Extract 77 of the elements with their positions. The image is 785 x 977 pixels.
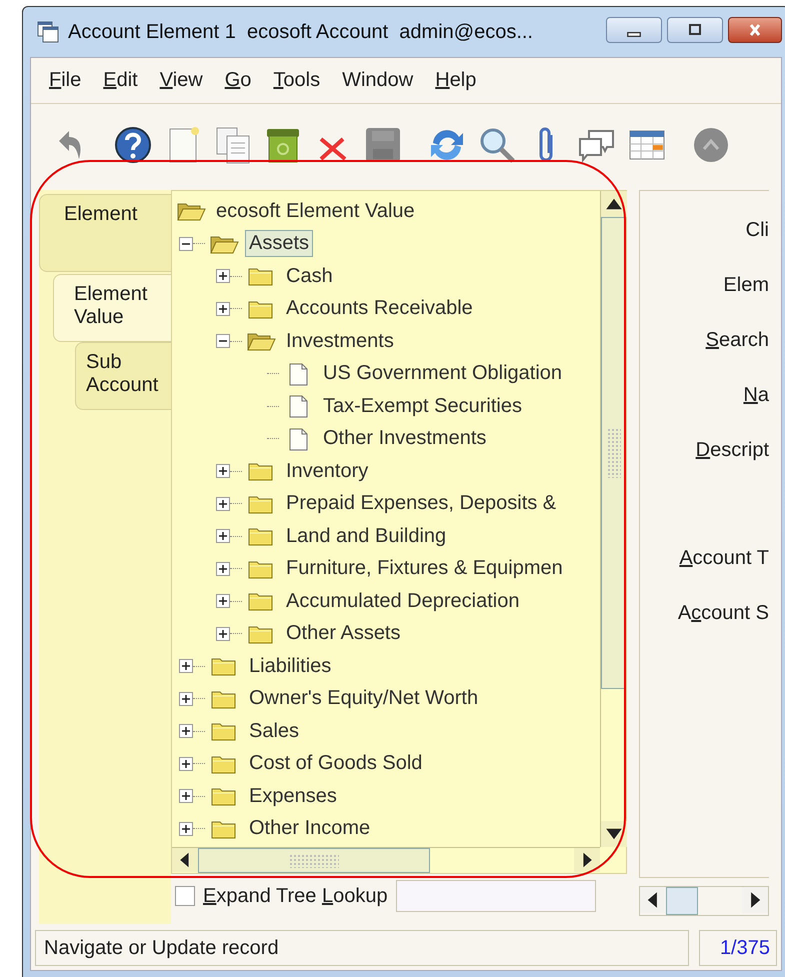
scroll-thumb[interactable] — [601, 217, 626, 689]
scroll-left-icon[interactable] — [640, 887, 666, 913]
tree-node[interactable]: Cost of Goods Sold — [245, 750, 426, 778]
status-message: Navigate or Update record — [35, 930, 689, 966]
scroll-right-icon[interactable] — [742, 887, 768, 913]
tree-node[interactable]: Other Income — [245, 815, 374, 842]
tree-node[interactable]: Expenses — [245, 782, 341, 810]
field-label: Na — [743, 384, 769, 407]
scroll-thumb[interactable] — [198, 848, 430, 873]
menu-item[interactable]: Edit — [95, 69, 152, 92]
expand-icon[interactable] — [216, 626, 230, 641]
expand-icon[interactable] — [179, 822, 193, 836]
tree-node[interactable]: Sales — [245, 718, 304, 745]
expand-icon[interactable] — [216, 269, 230, 284]
expand-icon[interactable] — [216, 594, 230, 608]
field-label: Search — [706, 329, 769, 352]
tree-node[interactable]: US Government Obligation — [319, 360, 566, 388]
expand-icon[interactable] — [179, 789, 193, 804]
scroll-right-icon[interactable] — [574, 848, 600, 872]
field-label: Cli — [746, 219, 769, 242]
menu-item[interactable]: Tools — [265, 69, 334, 92]
tab[interactable]: Element Value — [53, 274, 171, 342]
scroll-up-icon[interactable] — [601, 191, 627, 217]
scroll-thumb[interactable] — [666, 887, 698, 915]
expand-tree-checkbox[interactable] — [175, 886, 195, 906]
expand-icon[interactable] — [216, 464, 230, 478]
help-icon[interactable] — [113, 125, 153, 165]
expand-icon[interactable] — [179, 692, 193, 706]
tree-node[interactable]: Owner's Equity/Net Worth — [245, 685, 482, 712]
expand-icon[interactable] — [179, 659, 193, 674]
horizontal-scrollbar[interactable] — [639, 886, 769, 916]
expand-icon[interactable] — [216, 529, 230, 544]
expand-icon[interactable] — [216, 562, 230, 576]
tree-node[interactable]: Investments — [282, 328, 398, 355]
tree-node[interactable]: Cash — [282, 262, 337, 290]
lookup-field[interactable] — [396, 880, 596, 912]
field-label: Descript — [696, 439, 769, 462]
expand-icon[interactable] — [179, 756, 193, 771]
tree-node[interactable]: Liabilities — [245, 652, 336, 680]
scroll-left-icon[interactable] — [172, 848, 198, 872]
tree-node[interactable]: Other Investments — [319, 425, 490, 452]
field-label: Elem — [723, 274, 769, 297]
expand-tree-label: Expand Tree Lookup — [203, 884, 388, 908]
minimize-icon — [627, 32, 641, 36]
tree-node[interactable]: Land and Building — [282, 522, 450, 550]
close-button[interactable] — [728, 17, 782, 43]
tree-node[interactable]: Other Assets — [282, 620, 404, 648]
expand-icon[interactable] — [216, 496, 230, 511]
window-title: Account Element 1 ecosoft Account admin@ecos... — [68, 20, 534, 44]
menu-item[interactable]: File — [41, 69, 96, 92]
expand-icon[interactable] — [179, 724, 193, 738]
collapse-icon[interactable] — [216, 334, 230, 348]
maximize-button[interactable] — [667, 17, 723, 43]
minimize-button[interactable] — [606, 17, 662, 43]
menu-item[interactable]: Window — [334, 69, 428, 92]
vertical-scrollbar[interactable] — [600, 191, 626, 847]
field-label: Account S — [678, 602, 769, 625]
record-counter: 1/375 — [699, 930, 777, 966]
window-app-icon — [36, 20, 60, 44]
tree-node[interactable]: Assets — [245, 230, 314, 258]
field-label: Account T — [679, 547, 769, 570]
tab[interactable]: Sub Account — [75, 342, 171, 410]
tree-node[interactable]: Furniture, Fixtures & Equipmen — [282, 555, 567, 582]
expand-icon[interactable] — [216, 302, 230, 316]
tab[interactable]: Element — [39, 194, 171, 272]
tree-node[interactable]: Prepaid Expenses, Deposits & — [282, 490, 560, 518]
menu-item[interactable]: Go — [216, 69, 266, 92]
tree-node[interactable]: Tax-Exempt Securities — [319, 392, 526, 420]
menu-item[interactable]: View — [152, 69, 217, 92]
tree-node[interactable]: Accumulated Depreciation — [282, 588, 524, 615]
tree-node[interactable]: Accounts Receivable — [282, 295, 477, 322]
collapse-icon[interactable] — [179, 236, 193, 251]
menu-item[interactable]: Help — [427, 69, 490, 92]
tree-node[interactable]: Inventory — [282, 458, 372, 485]
scroll-down-icon[interactable] — [601, 821, 627, 847]
tree-node[interactable]: ecosoft Element Value — [212, 198, 419, 225]
horizontal-scrollbar[interactable] — [172, 847, 600, 873]
